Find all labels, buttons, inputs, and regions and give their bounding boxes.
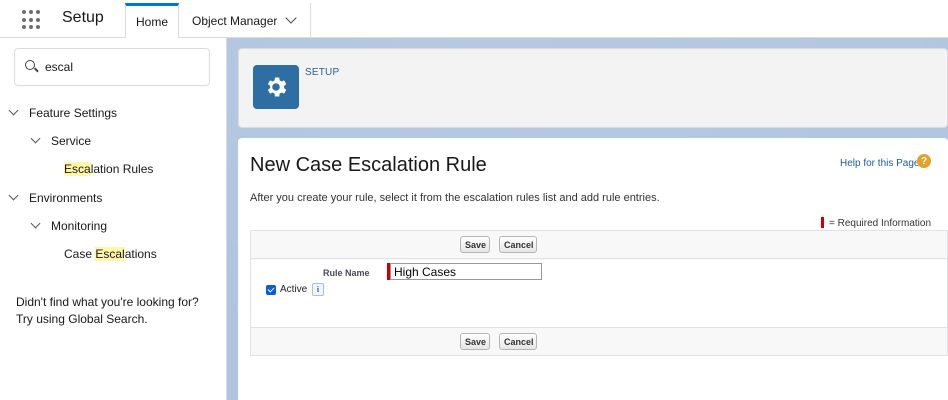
tree-item-label: Service (51, 134, 92, 148)
quick-find-input[interactable] (45, 58, 195, 76)
tree-item-label: Monitoring (51, 219, 108, 233)
tab-object-manager[interactable]: Object Manager (180, 3, 311, 38)
global-search-hint: Didn't find what you're looking for? Try… (16, 294, 199, 328)
page-title: New Case Escalation Rule (250, 154, 487, 176)
hint-line: Try using Global Search. (16, 312, 148, 326)
tab-object-manager-label: Object Manager (192, 13, 278, 28)
search-icon (25, 60, 35, 70)
rule-name-input[interactable] (390, 263, 542, 280)
chevron-down-icon[interactable] (8, 190, 19, 201)
chevron-down-icon[interactable] (30, 218, 41, 229)
bottom-button-row: Save Cancel (251, 327, 947, 355)
info-icon[interactable]: i (312, 283, 324, 296)
content-panel: New Case Escalation Rule Help for this P… (238, 138, 948, 400)
cancel-button[interactable]: Cancel (499, 333, 537, 350)
required-legend-text: = Required Information (829, 218, 932, 229)
search-match-highlight: Esca (64, 162, 91, 176)
top-button-row: Save Cancel (251, 231, 947, 259)
form-body: Rule Name Active i (251, 260, 947, 327)
tree-item-label: Feature Settings (29, 106, 118, 120)
tree-item-escalation-rules[interactable]: Escalation Rules (64, 162, 153, 176)
chevron-down-icon[interactable] (30, 133, 41, 144)
hint-line: Didn't find what you're looking for? (16, 295, 199, 309)
setup-sidebar: Feature Settings Service Escalation Rule… (0, 38, 227, 400)
global-header: Setup Home Object Manager (0, 0, 948, 38)
tab-home-label: Home (136, 15, 169, 29)
required-information-legend: = Required Information (821, 217, 931, 229)
breadcrumb: SETUP (305, 67, 340, 78)
gear-icon (267, 77, 287, 97)
tree-item-monitoring[interactable]: Monitoring (30, 218, 108, 233)
tree-item-label: Environments (29, 191, 103, 205)
save-button[interactable]: Save (460, 236, 490, 253)
app-launcher-grid-icon[interactable] (22, 10, 42, 30)
search-match-highlight: Escal (95, 247, 125, 261)
cancel-button[interactable]: Cancel (499, 236, 537, 253)
help-for-this-page-link[interactable]: Help for this Page (840, 158, 920, 169)
save-button[interactable]: Save (460, 333, 490, 350)
active-checkbox[interactable] (266, 285, 276, 295)
tab-home[interactable]: Home (125, 3, 179, 38)
tree-item-label: ations (124, 247, 157, 261)
tree-item-case-escalations[interactable]: Case Escalations (64, 247, 157, 261)
instructions-text: After you create your rule, select it fr… (250, 192, 660, 204)
rule-name-label: Rule Name (323, 268, 370, 278)
page-header: SETUP (238, 48, 948, 128)
escalation-rule-form: Save Cancel Rule Name Active i Save Canc… (250, 230, 948, 356)
app-name: Setup (62, 9, 104, 26)
chevron-down-icon[interactable] (285, 11, 298, 24)
setup-gear-tile (253, 65, 299, 109)
active-label: Active (280, 284, 308, 295)
tree-item-environments[interactable]: Environments (8, 190, 103, 205)
help-icon[interactable]: ? (917, 154, 931, 168)
required-marker (821, 217, 824, 228)
quick-find-search[interactable] (14, 48, 210, 86)
chevron-down-icon[interactable] (8, 105, 19, 116)
tree-item-service[interactable]: Service (30, 133, 92, 148)
tree-item-label: lation Rules (90, 162, 154, 176)
tree-item-feature-settings[interactable]: Feature Settings (8, 105, 118, 120)
tree-item-label: Case (64, 247, 96, 261)
